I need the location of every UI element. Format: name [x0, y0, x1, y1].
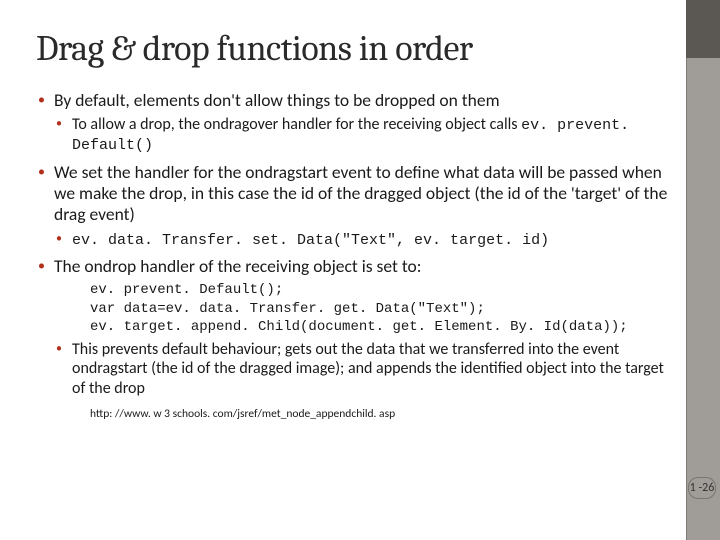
bullet-1-1-text: To allow a drop, the ondragover handler … — [72, 115, 521, 134]
bullet-2-text: We set the handler for the ondragstart e… — [54, 161, 667, 226]
slide-body: By default, elements don't allow things … — [36, 90, 676, 421]
bullet-3-1: This prevents default behaviour; gets ou… — [54, 340, 676, 399]
bullet-2-1-code: ev. data. Transfer. set. Data("Text", ev… — [72, 232, 549, 249]
bullet-3: The ondrop handler of the receiving obje… — [36, 256, 676, 420]
bullet-3-codeblock: ev. prevent. Default(); var data=ev. dat… — [90, 281, 676, 336]
bullet-3-1-text: This prevents default behaviour; gets ou… — [72, 340, 664, 398]
bullet-1-1: To allow a drop, the ondragover handler … — [54, 115, 676, 156]
page-number-badge: 1 -26 — [688, 477, 716, 499]
bullet-2-1: ev. data. Transfer. set. Data("Text", ev… — [54, 230, 676, 250]
slide: Drag & drop functions in order By defaul… — [0, 0, 720, 540]
bullet-3-text: The ondrop handler of the receiving obje… — [54, 255, 421, 277]
reference-url: http: //www. w 3 schools. com/jsref/met_… — [90, 407, 676, 421]
bullet-2: We set the handler for the ondragstart e… — [36, 162, 676, 250]
bullet-1: By default, elements don't allow things … — [36, 90, 676, 156]
bullet-1-text: By default, elements don't allow things … — [54, 89, 500, 111]
slide-title: Drag & drop functions in order — [36, 30, 680, 68]
